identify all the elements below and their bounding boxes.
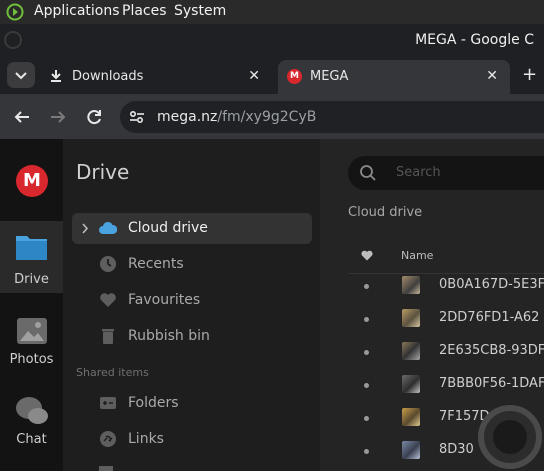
thumbnail [402,276,420,294]
menu-applications[interactable]: Applications [34,3,120,19]
sidebar-item-label: Folders [128,395,179,411]
sidebar-item-recents[interactable]: Recents [72,249,312,280]
folder-icon [16,236,47,260]
sidebar-item-favourites[interactable]: Favourites [72,285,312,316]
url-bar[interactable]: mega.nz/fm/xy9g2CyB [120,101,544,133]
favourite-dot[interactable] [364,416,369,421]
sidebar-title: Drive [76,160,130,184]
section-header: Shared items [76,366,149,379]
chat-icon [16,397,48,424]
favourite-dot[interactable] [364,317,369,322]
sidebar-item-label: Links [128,431,164,447]
new-tab-button[interactable]: + [522,64,537,85]
trash-icon [102,329,114,344]
chevron-down-icon [15,72,27,80]
favourite-dot[interactable] [364,449,369,454]
thumbnail [402,342,420,360]
table-row[interactable]: 2E635CB8-93DF [348,335,544,370]
tab-strip: Downloads ✕ M MEGA ✕ + [0,56,544,94]
sidebar-item-label: Favourites [128,292,201,308]
table-row[interactable]: 0B0A167D-5E3F [348,269,544,304]
download-icon [51,70,61,82]
url-text: mega.nz/fm/xy9g2CyB [157,109,316,125]
url-path: /fm/xy9g2CyB [217,109,317,125]
file-name: 7BBB0F56-1DAF [439,376,544,391]
close-icon[interactable]: ✕ [248,68,260,84]
thumbnail [402,441,420,459]
rail-item-chat[interactable]: Chat [0,385,63,457]
close-icon[interactable]: ✕ [486,68,498,84]
heart-icon[interactable] [361,250,373,261]
file-name: 0B0A167D-5E3F [439,277,544,292]
sidebar-item-rubbish-bin[interactable]: Rubbish bin [72,321,312,352]
url-host: mega.nz [157,109,218,125]
sidebar-item-label: Recents [128,256,184,272]
rail-item-drive[interactable]: Drive [0,221,63,293]
folder-icon [99,466,113,471]
thumbnail [402,375,420,393]
mega-logo-icon: M [287,69,302,84]
sidebar-item-links[interactable]: Links [72,424,312,455]
reload-icon[interactable] [85,108,103,126]
file-name: 2E635CB8-93DF [439,343,544,358]
file-name: 2DD76FD1-A62 [439,310,540,325]
sidebar-item-label: Cloud drive [128,220,208,236]
table-row[interactable]: 7BBB0F56-1DAF [348,368,544,403]
menu-system[interactable]: System [174,3,226,19]
tab-label: MEGA [310,69,349,84]
tab-downloads[interactable]: Downloads ✕ [40,60,272,94]
floating-record-button[interactable] [478,405,542,469]
rail-label: Chat [16,432,47,447]
tab-label: Downloads [72,69,144,84]
window-menu-icon[interactable] [4,31,22,49]
sidebar-item-cloud-drive[interactable]: Cloud drive [72,213,312,244]
link-icon [100,431,116,447]
clock-icon [100,256,116,272]
site-settings-icon[interactable] [129,110,145,124]
search-placeholder: Search [396,165,441,180]
tab-search-button[interactable] [7,62,35,88]
system-menu-bar: Applications Places System [0,0,544,24]
favourite-dot[interactable] [364,383,369,388]
image-icon [17,318,47,344]
drive-sidebar: Drive Cloud drive Recents Favourites Rub… [63,139,320,471]
table-row[interactable]: 2DD76FD1-A62 [348,302,544,337]
search-icon [360,165,376,181]
forward-arrow-icon[interactable] [49,108,67,126]
system-logo-icon[interactable] [6,3,24,21]
heart-icon [100,293,116,307]
back-arrow-icon[interactable] [13,108,31,126]
favourite-dot[interactable] [364,350,369,355]
sidebar-item-label: Rubbish bin [128,328,210,344]
window-title-bar: MEGA - Google C [0,24,544,56]
tab-mega[interactable]: M MEGA ✕ [278,60,510,94]
mega-logo-icon[interactable]: M [16,165,48,197]
thumbnail [402,408,420,426]
window-title: MEGA - Google C [415,32,534,48]
favourite-dot[interactable] [364,284,369,289]
record-button-inner [493,420,527,454]
app-rail: M Drive Photos Chat [0,139,63,471]
breadcrumb[interactable]: Cloud drive [348,205,422,220]
rail-item-photos[interactable]: Photos [0,305,63,377]
column-header-name[interactable]: Name [401,249,433,262]
search-input[interactable]: Search [348,156,544,190]
rail-label: Photos [9,352,54,367]
file-name: 8D30 [439,442,474,457]
cloud-icon [99,221,117,234]
shared-folder-icon [100,397,116,409]
rail-label: Drive [14,272,49,287]
browser-toolbar: mega.nz/fm/xy9g2CyB [0,94,544,139]
chevron-right-icon[interactable] [81,223,89,234]
menu-places[interactable]: Places [122,3,167,19]
sidebar-item-folders[interactable]: Folders [72,388,312,419]
thumbnail [402,309,420,327]
